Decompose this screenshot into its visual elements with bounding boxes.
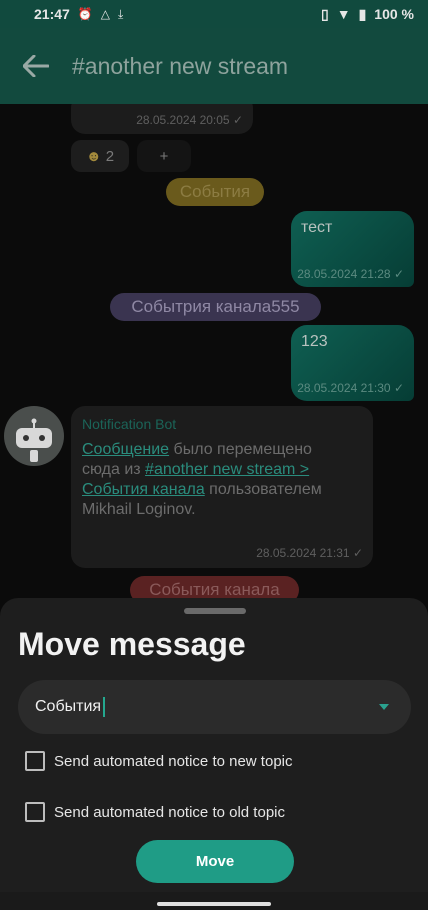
text-cursor bbox=[103, 697, 106, 717]
bot-message[interactable]: Notification Bot Сообщение было перемеще… bbox=[71, 406, 373, 568]
app-bar: #another new stream bbox=[0, 28, 428, 104]
notify-new-topic-row[interactable]: Send automated notice to new topic bbox=[25, 751, 293, 771]
navigation-bar bbox=[0, 892, 428, 910]
alarm-icon: ⏰ bbox=[77, 6, 93, 21]
message-time: 28.05.2024 21:31 ✓ bbox=[256, 546, 363, 560]
message-time: 28.05.2024 21:30 ✓ bbox=[297, 381, 404, 395]
topic-chip[interactable]: События канала bbox=[130, 576, 299, 598]
outgoing-message[interactable]: тест 28.05.2024 21:28 ✓ bbox=[291, 211, 414, 287]
status-time: 21:47 bbox=[34, 6, 70, 22]
topic-chip[interactable]: События bbox=[166, 178, 264, 206]
wifi-icon: ▼ bbox=[336, 6, 351, 22]
grinning-face-icon: ☻ bbox=[85, 147, 102, 165]
notify-new-topic-checkbox[interactable] bbox=[25, 751, 45, 771]
message-time: 28.05.2024 21:28 ✓ bbox=[297, 267, 404, 281]
dropdown-arrow-icon[interactable] bbox=[379, 704, 389, 710]
battery-icon: ▮ bbox=[358, 5, 367, 22]
topic-input[interactable]: События bbox=[35, 698, 101, 716]
sheet-title: Move message bbox=[18, 626, 246, 662]
sender-name: Notification Bot bbox=[82, 416, 177, 432]
message-text: тест bbox=[301, 219, 333, 236]
reaction-count: 2 bbox=[105, 147, 115, 165]
notify-old-topic-label: Send automated notice to old topic bbox=[54, 803, 285, 821]
message-list[interactable]: 28.05.2024 20:05 ✓ ☻ 2 + События тест 28… bbox=[0, 104, 428, 598]
bot-avatar[interactable] bbox=[4, 406, 64, 466]
message-bubble[interactable]: 28.05.2024 20:05 ✓ bbox=[71, 104, 253, 134]
topic-dropdown[interactable]: События bbox=[18, 680, 411, 734]
notify-old-topic-checkbox[interactable] bbox=[25, 802, 45, 822]
move-message-sheet: Move message События Send automated noti… bbox=[0, 598, 428, 892]
outgoing-message[interactable]: 123 28.05.2024 21:30 ✓ bbox=[291, 325, 414, 401]
drag-handle[interactable] bbox=[184, 608, 246, 614]
notify-old-topic-row[interactable]: Send automated notice to old topic bbox=[25, 802, 285, 822]
page-title: #another new stream bbox=[72, 52, 289, 79]
move-button[interactable]: Move bbox=[136, 840, 294, 883]
message-link[interactable]: Сообщение bbox=[82, 441, 169, 458]
message-body: Сообщение было перемещено сюда из #anoth… bbox=[82, 441, 322, 518]
message-text: 123 bbox=[301, 333, 328, 350]
add-reaction-button[interactable]: + bbox=[137, 140, 191, 172]
reaction-chip[interactable]: ☻ 2 bbox=[71, 140, 129, 172]
status-bar: 21:47 ⏰ △ ⤓ ▯ ▼ ▮ 100 % bbox=[0, 0, 428, 28]
vibrate-icon: ▯ bbox=[321, 5, 329, 22]
notify-new-topic-label: Send automated notice to new topic bbox=[54, 752, 293, 770]
back-arrow-icon[interactable] bbox=[0, 55, 72, 77]
home-gesture-pill[interactable] bbox=[157, 902, 271, 906]
download-icon: ⤓ bbox=[118, 6, 124, 21]
drive-icon: △ bbox=[100, 6, 110, 21]
battery-level: 100 % bbox=[374, 6, 414, 22]
message-time: 28.05.2024 20:05 ✓ bbox=[136, 113, 243, 127]
topic-chip[interactable]: Событрия канала555 bbox=[110, 293, 321, 321]
